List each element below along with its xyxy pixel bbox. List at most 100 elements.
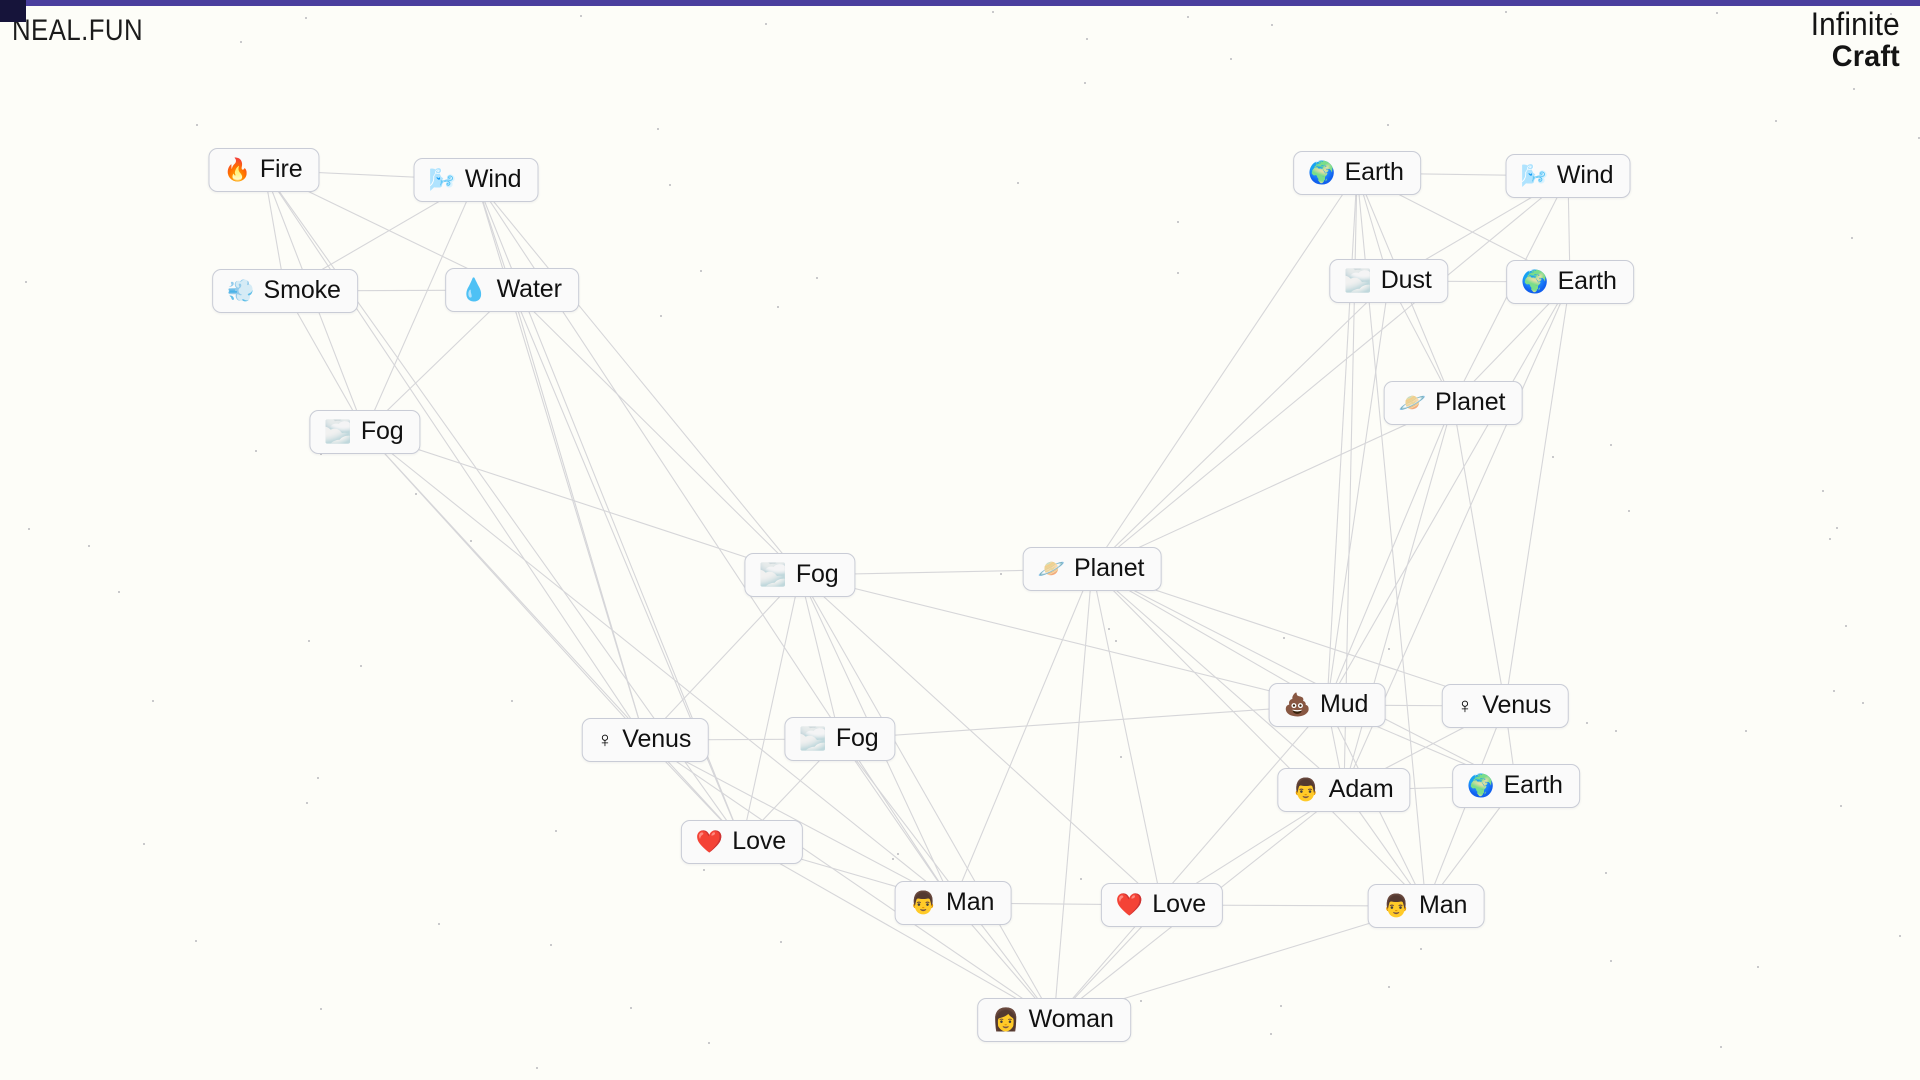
droplet-emoji: 💧 xyxy=(460,276,488,302)
background-star xyxy=(1822,490,1824,492)
element-node-planet1[interactable]: 🪐 Planet xyxy=(1383,381,1523,425)
background-star xyxy=(1586,722,1588,724)
background-star xyxy=(555,830,557,832)
element-node-label: Love xyxy=(732,827,787,855)
neal-fun-logo[interactable]: NEAL.FUN xyxy=(12,14,143,48)
red-heart-emoji: ❤️ xyxy=(1115,891,1144,917)
element-node-label: Mud xyxy=(1320,690,1369,718)
background-star xyxy=(1745,730,1747,732)
background-star xyxy=(1000,573,1002,575)
element-node-venus2[interactable]: ♀ Venus xyxy=(1441,684,1569,728)
background-star xyxy=(305,17,307,19)
element-node-fog3[interactable]: 🌫️ Fog xyxy=(784,717,896,761)
background-star xyxy=(897,853,899,855)
element-node-label: Water xyxy=(496,275,562,303)
game-title-line-2: Craft xyxy=(1831,40,1900,73)
fire-emoji: 🔥 xyxy=(223,156,251,182)
background-star xyxy=(1388,648,1390,650)
man-emoji: 👨 xyxy=(909,889,938,915)
background-star xyxy=(550,944,552,946)
element-node-wind2[interactable]: 🌬️ Wind xyxy=(1505,154,1631,198)
element-node-man1[interactable]: 👨 Man xyxy=(894,881,1012,925)
element-node-water[interactable]: 💧 Water xyxy=(445,268,579,312)
element-node-fog2[interactable]: 🌫️ Fog xyxy=(744,553,856,597)
earth-globe-emoji: 🌍 xyxy=(1521,268,1549,294)
fog-emoji: 🌫️ xyxy=(759,561,787,587)
element-node-fog1[interactable]: 🌫️ Fog xyxy=(309,410,421,454)
element-node-dust[interactable]: 🌫️ Dust xyxy=(1329,259,1449,303)
background-star xyxy=(152,700,154,702)
background-star xyxy=(1757,966,1759,968)
background-star xyxy=(25,281,27,283)
woman-emoji: 👩 xyxy=(992,1006,1020,1032)
element-node-label: Planet xyxy=(1435,388,1506,416)
fog-emoji: 🌫️ xyxy=(799,725,827,751)
background-star xyxy=(240,41,242,43)
element-node-mud[interactable]: 💩 Mud xyxy=(1268,683,1386,727)
background-star xyxy=(1280,1005,1282,1007)
background-star xyxy=(255,450,257,452)
background-star xyxy=(195,940,197,942)
background-star xyxy=(1610,960,1612,962)
background-star xyxy=(320,1008,322,1010)
element-node-wind1[interactable]: 🌬️ Wind xyxy=(413,158,539,202)
venus-symbol: ♀ xyxy=(596,726,614,752)
element-node-smoke[interactable]: 💨 Smoke xyxy=(212,269,358,313)
background-star xyxy=(1862,702,1864,704)
background-star xyxy=(196,124,198,126)
red-heart-emoji: ❤️ xyxy=(695,828,724,854)
element-node-label: Fog xyxy=(795,560,839,588)
element-node-label: Wind xyxy=(1556,161,1614,189)
background-star xyxy=(1628,510,1630,512)
element-node-adam[interactable]: 👨 Adam xyxy=(1277,768,1411,812)
background-star xyxy=(1080,878,1082,880)
background-star xyxy=(580,15,582,17)
element-node-label: Earth xyxy=(1557,267,1617,295)
element-node-label: Smoke xyxy=(263,276,341,304)
element-node-earth1[interactable]: 🌍 Earth xyxy=(1293,151,1421,195)
background-star xyxy=(630,1007,632,1009)
background-star xyxy=(1017,182,1019,184)
fog-emoji: 🌫️ xyxy=(324,418,352,444)
element-node-label: Fog xyxy=(360,417,404,445)
element-node-man2[interactable]: 👨 Man xyxy=(1367,884,1485,928)
background-star xyxy=(1086,38,1088,40)
element-node-planet2[interactable]: 🪐 Planet xyxy=(1022,547,1162,591)
element-node-earth2[interactable]: 🌍 Earth xyxy=(1506,260,1634,304)
background-star xyxy=(1720,1046,1722,1048)
element-node-label: Fire xyxy=(259,155,303,183)
element-node-label: Earth xyxy=(1344,158,1404,186)
background-star xyxy=(1115,640,1117,642)
element-node-label: Earth xyxy=(1503,771,1563,799)
corner-marker xyxy=(0,0,26,22)
background-star xyxy=(306,802,308,804)
game-title-line-1: Infinite xyxy=(1810,6,1900,42)
background-star xyxy=(1270,1033,1272,1035)
background-star xyxy=(780,941,782,943)
background-star xyxy=(1388,986,1390,988)
element-node-label: Love xyxy=(1152,890,1207,918)
background-star xyxy=(1387,124,1389,126)
infinite-craft-canvas[interactable]: NEAL.FUN Infinite Craft 🔥 Fire 🌬️ Wind 💨 Smok… xyxy=(0,0,1920,1080)
element-node-label: Fog xyxy=(835,724,879,752)
background-star xyxy=(1140,1000,1142,1002)
background-star xyxy=(1829,538,1831,540)
background-star xyxy=(1836,527,1838,529)
background-star xyxy=(892,858,894,860)
background-star xyxy=(1108,628,1110,630)
background-star xyxy=(669,184,671,186)
background-star xyxy=(438,923,440,925)
background-star xyxy=(118,591,120,593)
background-star xyxy=(1775,120,1777,122)
background-star xyxy=(1177,272,1179,274)
earth-globe-emoji: 🌍 xyxy=(1467,772,1495,798)
element-node-love1[interactable]: ❤️ Love xyxy=(680,820,804,864)
element-node-venus1[interactable]: ♀ Venus xyxy=(581,718,709,762)
element-node-fire[interactable]: 🔥 Fire xyxy=(208,148,320,192)
background-star xyxy=(992,11,994,13)
element-node-earth3[interactable]: 🌍 Earth xyxy=(1452,764,1580,808)
background-star xyxy=(1899,935,1901,937)
background-star xyxy=(700,270,702,272)
element-node-woman[interactable]: 👩 Woman xyxy=(977,998,1131,1042)
element-node-love2[interactable]: ❤️ Love xyxy=(1100,883,1224,927)
